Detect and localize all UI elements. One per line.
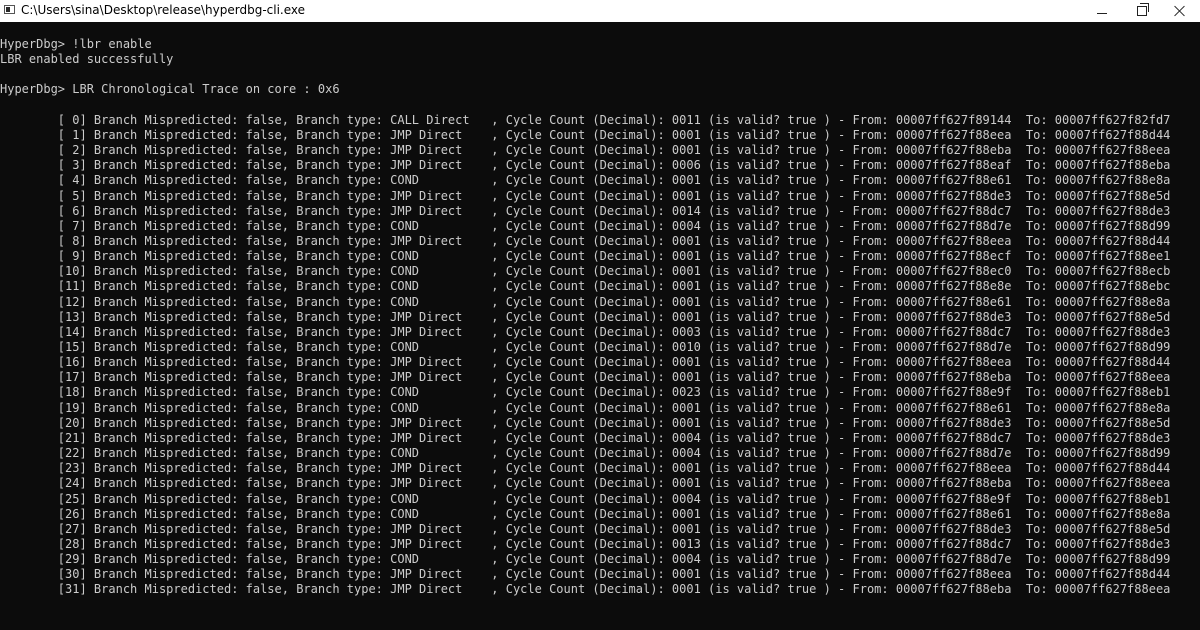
lbr-trace-entry: [27] Branch Mispredicted: false, Branch … (0, 521, 1171, 536)
minimize-button[interactable] (1082, 0, 1122, 22)
lbr-trace-entry: [11] Branch Mispredicted: false, Branch … (0, 279, 1171, 294)
lbr-trace-entry: [26] Branch Mispredicted: false, Branch … (0, 506, 1171, 521)
lbr-trace-entry: [15] Branch Mispredicted: false, Branch … (0, 340, 1171, 354)
lbr-trace-entry: [ 4] Branch Mispredicted: false, Branch … (0, 173, 1171, 188)
lbr-trace-entry: [19] Branch Mispredicted: false, Branch … (0, 400, 1171, 415)
lbr-trace-entry: [ 6] Branch Mispredicted: false, Branch … (0, 203, 1171, 218)
minimize-icon (1097, 12, 1107, 14)
lbr-trace-entry: [ 0] Branch Mispredicted: false, Branch … (0, 112, 1171, 127)
console-app-icon (4, 5, 15, 14)
status-message-line: LBR enabled successfully (0, 52, 174, 67)
lbr-trace-entry: [31] Branch Mispredicted: false, Branch … (0, 582, 1171, 597)
lbr-trace-entry: [16] Branch Mispredicted: false, Branch … (0, 355, 1171, 370)
lbr-trace-entry: [12] Branch Mispredicted: false, Branch … (0, 294, 1171, 309)
command-prompt-line: HyperDbg> !lbr enable (0, 37, 152, 51)
lbr-trace-entry: [ 5] Branch Mispredicted: false, Branch … (0, 188, 1171, 203)
lbr-trace-entry: [14] Branch Mispredicted: false, Branch … (0, 324, 1171, 339)
window-title: C:\Users\sina\Desktop\release\hyperdbg-c… (21, 3, 306, 17)
lbr-trace-entry: [ 1] Branch Mispredicted: false, Branch … (0, 127, 1171, 142)
lbr-trace-entry: [25] Branch Mispredicted: false, Branch … (0, 491, 1171, 506)
close-icon (1174, 5, 1186, 17)
close-button[interactable] (1160, 0, 1200, 22)
lbr-trace-entry: [13] Branch Mispredicted: false, Branch … (0, 309, 1171, 324)
command-prompt-line: HyperDbg> LBR Chronological Trace on cor… (0, 82, 340, 97)
lbr-trace-entry: [22] Branch Mispredicted: false, Branch … (0, 446, 1171, 461)
lbr-trace-entry: [17] Branch Mispredicted: false, Branch … (0, 370, 1171, 385)
lbr-trace-entry: [28] Branch Mispredicted: false, Branch … (0, 536, 1171, 551)
lbr-trace-entry: [ 8] Branch Mispredicted: false, Branch … (0, 233, 1171, 248)
console-output[interactable]: HyperDbg> !lbr enable LBR enabled success… (0, 22, 1200, 630)
restore-icon (1137, 3, 1149, 16)
lbr-trace-entry: [ 3] Branch Mispredicted: false, Branch … (0, 158, 1171, 173)
lbr-trace-entry: [18] Branch Mispredicted: false, Branch … (0, 385, 1171, 400)
lbr-trace-entry: [21] Branch Mispredicted: false, Branch … (0, 430, 1171, 445)
lbr-trace-entry: [30] Branch Mispredicted: false, Branch … (0, 567, 1171, 582)
lbr-trace-entry: [23] Branch Mispredicted: false, Branch … (0, 461, 1171, 476)
lbr-trace-entry: [20] Branch Mispredicted: false, Branch … (0, 415, 1171, 430)
lbr-trace-entry: [29] Branch Mispredicted: false, Branch … (0, 552, 1171, 567)
lbr-trace-entry: [ 9] Branch Mispredicted: false, Branch … (0, 249, 1171, 264)
maximize-button[interactable] (1122, 0, 1162, 22)
lbr-trace-entry: [10] Branch Mispredicted: false, Branch … (0, 264, 1171, 279)
lbr-trace-entry: [24] Branch Mispredicted: false, Branch … (0, 476, 1171, 491)
title-bar[interactable]: C:\Users\sina\Desktop\release\hyperdbg-c… (0, 0, 1200, 22)
lbr-trace-entry: [ 7] Branch Mispredicted: false, Branch … (0, 218, 1171, 233)
lbr-trace-entry: [ 2] Branch Mispredicted: false, Branch … (0, 143, 1171, 158)
